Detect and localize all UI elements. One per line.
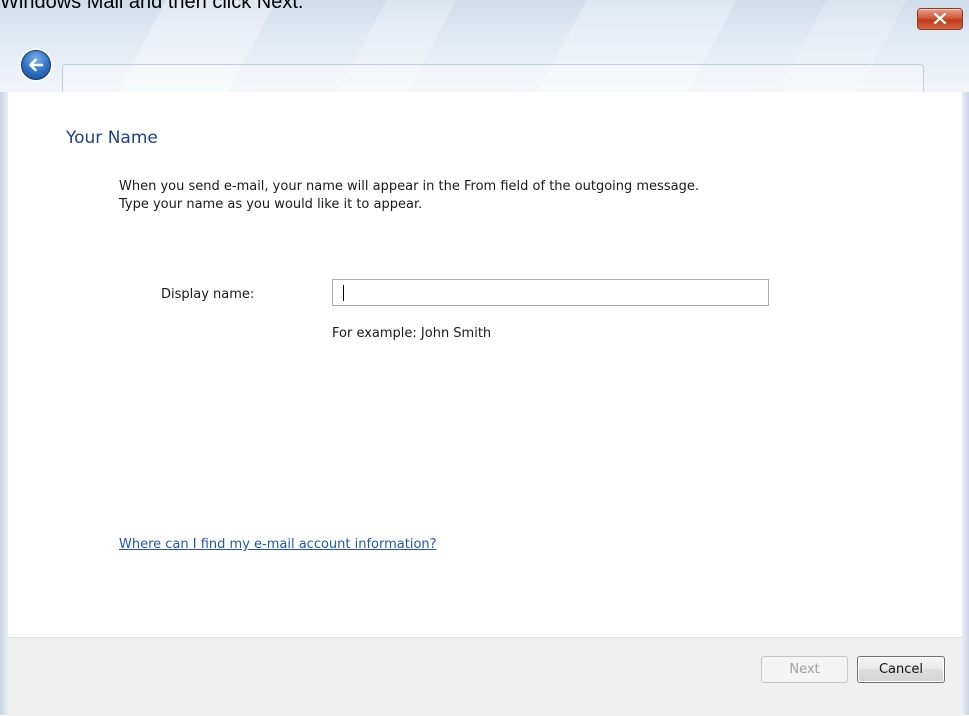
account-info-help-link[interactable]: Where can I find my e-mail account infor… [119, 537, 437, 552]
background-window-ghost [62, 64, 924, 92]
cancel-button[interactable]: Cancel [857, 656, 945, 683]
text-caret [343, 285, 344, 301]
display-name-hint: For example: John Smith [332, 326, 492, 341]
back-button[interactable] [21, 50, 51, 80]
next-button[interactable]: Next [761, 656, 848, 683]
close-button[interactable] [917, 8, 963, 30]
wizard-content: Your Name When you send e-mail, your nam… [8, 92, 962, 637]
back-arrow-icon [29, 58, 44, 72]
wizard-footer: Next Cancel [8, 637, 962, 716]
display-name-label: Display name: [161, 287, 255, 302]
document-caption: Windows Mail and then click Next. [0, 0, 304, 13]
description-line-1: When you send e-mail, your name will app… [119, 179, 699, 194]
close-icon [933, 13, 947, 24]
window-frame-right [962, 92, 969, 715]
description-line-2: Type your name as you would like it to a… [119, 197, 423, 212]
window-frame-left [0, 92, 8, 715]
display-name-field[interactable] [332, 279, 769, 306]
description: When you send e-mail, your name will app… [119, 178, 819, 214]
page-title: Your Name [66, 128, 158, 148]
